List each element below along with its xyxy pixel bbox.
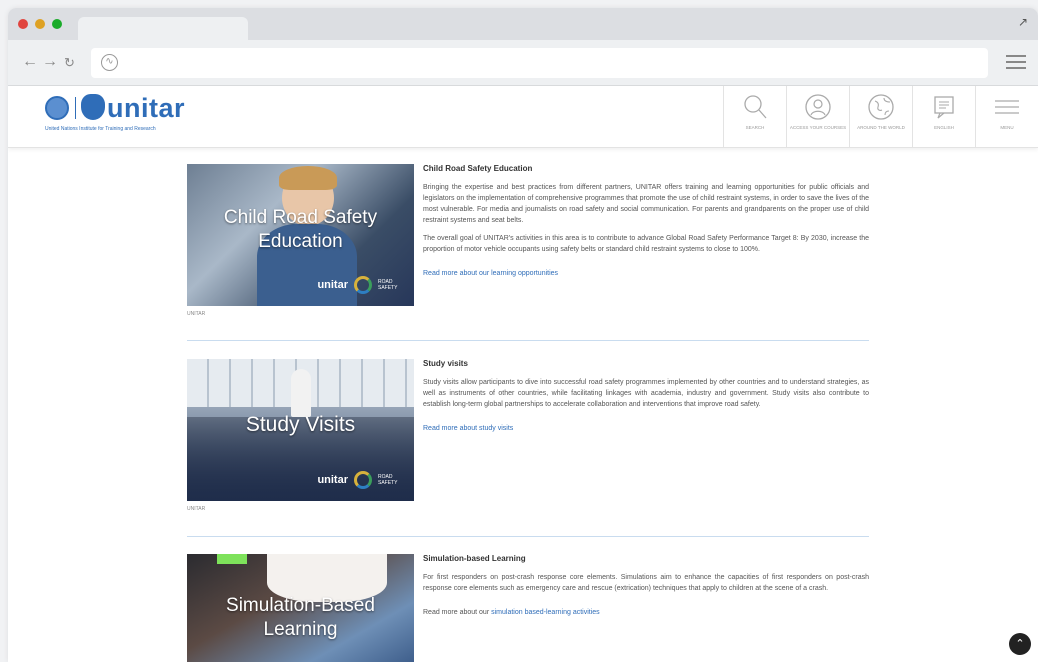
section-divider: [187, 340, 869, 341]
program-paragraph: For first responders on post-crash respo…: [423, 574, 869, 592]
browser-menu-icon[interactable]: [1006, 55, 1026, 73]
presenter-figure: [291, 369, 311, 417]
language-label: ENGLISH: [934, 125, 954, 130]
road-safety-ring-icon: [354, 471, 372, 489]
courses-button[interactable]: ACCESS YOUR COURSES: [786, 86, 849, 148]
program-title: Study visits: [423, 359, 468, 368]
menu-label: MENU: [1000, 125, 1014, 130]
browser-titlebar: ↗: [8, 8, 1038, 40]
road-safety-ring-icon: [354, 276, 372, 294]
image-badge: unitar ROAD SAFETY: [317, 276, 402, 294]
hi-vis-stripe: [217, 554, 247, 564]
logo-tagline: United Nations Institute for Training an…: [45, 126, 156, 132]
browser-window: ↗ ← → ↻ ∿ unitar United Nations Institut…: [8, 8, 1038, 662]
image-caption: Study Visits: [245, 413, 356, 436]
user-icon: [805, 94, 831, 120]
program-paragraph: Study visits allow participants to dive …: [423, 379, 869, 408]
forward-icon[interactable]: →: [42, 53, 58, 71]
program-paragraph: Bringing the expertise and best practice…: [423, 184, 869, 224]
browser-tab[interactable]: [78, 17, 248, 40]
program-text: Child Road Safety Education Bringing the…: [423, 164, 869, 280]
image-credit: UNITAR: [187, 311, 206, 317]
logo-wordmark: unitar: [107, 93, 186, 123]
zoom-dot[interactable]: [52, 19, 62, 29]
chevron-up-icon: ⌃: [1015, 638, 1025, 650]
badge-wordmark: unitar: [317, 279, 348, 291]
read-more-prefix: Read more about our: [423, 609, 492, 616]
language-icon: [934, 96, 954, 119]
main-content: Child Road Safety Education unitar ROAD …: [8, 148, 1038, 662]
section-divider: [187, 536, 869, 537]
fullscreen-icon[interactable]: ↗: [1018, 15, 1028, 29]
read-more-link[interactable]: Read more about our learning opportuniti…: [423, 270, 558, 277]
badge-wordmark: unitar: [317, 474, 348, 486]
globe-icon: ∿: [101, 54, 118, 71]
header-actions: SEARCH ACCESS YOUR COURSES AROUND THE WO…: [723, 86, 1038, 148]
image-badge: unitar ROAD SAFETY: [317, 471, 402, 489]
program-image[interactable]: Child Road Safety Education unitar ROAD …: [187, 164, 414, 306]
minimize-dot[interactable]: [35, 19, 45, 29]
unitar-logo[interactable]: unitar United Nations Institute for Trai…: [45, 93, 195, 138]
image-caption: Simulation-Based Learning: [226, 595, 375, 640]
search-button[interactable]: SEARCH: [723, 86, 786, 148]
search-icon: [744, 95, 767, 119]
program-paragraph: The overall goal of UNITAR's activities …: [423, 235, 869, 253]
close-dot[interactable]: [18, 19, 28, 29]
world-button[interactable]: AROUND THE WORLD: [849, 86, 912, 148]
image-caption: Child Road Safety Education: [223, 207, 378, 252]
search-label: SEARCH: [745, 125, 765, 130]
browser-toolbar: ← → ↻ ∿: [8, 40, 1038, 86]
globe-icon: [868, 94, 894, 120]
un-emblem-icon: [45, 96, 69, 120]
program-title: Child Road Safety Education: [423, 164, 533, 173]
back-icon[interactable]: ←: [22, 53, 38, 71]
menu-icon: [995, 100, 1019, 114]
program-image[interactable]: Study Visits unitar ROAD SAFETY: [187, 359, 414, 501]
logo-separator: [75, 97, 76, 119]
unitar-emblem-icon: [81, 94, 105, 120]
read-more-link[interactable]: Read more about study visits: [423, 425, 513, 432]
world-label: AROUND THE WORLD: [857, 125, 905, 130]
program-image[interactable]: Simulation-Based Learning: [187, 554, 414, 662]
reload-icon[interactable]: ↻: [64, 55, 75, 71]
badge-text: ROAD SAFETY: [378, 474, 398, 486]
menu-button[interactable]: MENU: [975, 86, 1038, 148]
program-text: Study visits Study visits allow particip…: [423, 359, 869, 435]
address-bar[interactable]: ∿: [91, 48, 988, 78]
scroll-to-top-button[interactable]: ⌃: [1009, 633, 1031, 655]
image-credit: UNITAR: [187, 506, 206, 512]
language-button[interactable]: ENGLISH: [912, 86, 975, 148]
child-hair: [279, 166, 337, 190]
site-header: unitar United Nations Institute for Trai…: [8, 86, 1038, 148]
read-more-link[interactable]: simulation based-learning activities: [491, 609, 600, 616]
courses-label: ACCESS YOUR COURSES: [789, 125, 847, 130]
badge-text: ROAD SAFETY: [378, 279, 398, 291]
program-text: Simulation-based Learning For first resp…: [423, 554, 869, 619]
program-title: Simulation-based Learning: [423, 554, 526, 563]
